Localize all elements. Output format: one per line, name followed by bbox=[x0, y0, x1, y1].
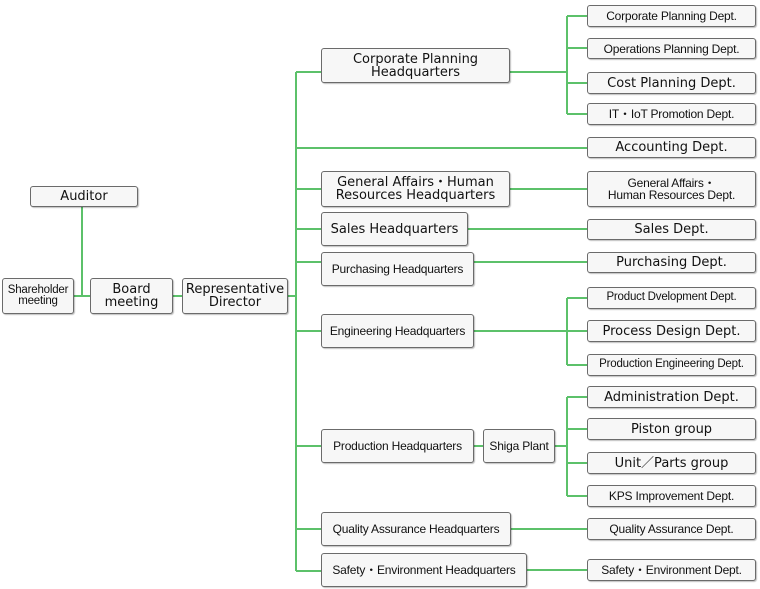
hq-safety-environment: Safety・Environment Headquarters bbox=[321, 553, 527, 587]
shareholder-meeting-label: Shareholder meeting bbox=[7, 283, 69, 307]
dept-product-development: Product Dvelopment Dept. bbox=[587, 287, 756, 309]
dept-label: IT・IoT Promotion Dept. bbox=[608, 107, 735, 121]
dept-label: Corporate Planning Dept. bbox=[606, 9, 737, 23]
dept-kps-improvement: KPS Improvement Dept. bbox=[587, 485, 756, 507]
hq-label: Safety・Environment Headquarters bbox=[332, 563, 516, 577]
dept-corporate-planning: Corporate Planning Dept. bbox=[587, 5, 756, 27]
hq-purchasing: Purchasing Headquarters bbox=[321, 252, 474, 286]
dept-label: Safety・Environment Dept. bbox=[601, 563, 742, 577]
dept-cost-planning: Cost Planning Dept. bbox=[587, 72, 756, 94]
dept-unit-parts-group: Unit／Parts group bbox=[587, 452, 756, 474]
auditor-box: Auditor bbox=[30, 186, 138, 207]
dept-piston-group: Piston group bbox=[587, 418, 756, 440]
dept-safety-environment: Safety・Environment Dept. bbox=[587, 559, 756, 581]
hq-label: Engineering Headquarters bbox=[329, 324, 466, 338]
dept-administration: Administration Dept. bbox=[587, 386, 756, 408]
dept-label: Sales Dept. bbox=[634, 222, 709, 237]
dept-label: Purchasing Dept. bbox=[616, 255, 727, 270]
dept-label: Cost Planning Dept. bbox=[607, 75, 736, 91]
board-meeting-label: Board meeting bbox=[104, 282, 159, 310]
hq-production: Production Headquarters bbox=[321, 429, 474, 463]
dept-operations-planning: Operations Planning Dept. bbox=[587, 38, 756, 59]
plant-label: Shiga Plant bbox=[489, 439, 549, 453]
hq-label: Purchasing Headquarters bbox=[331, 262, 464, 276]
representative-director-label: Representative Director bbox=[185, 282, 285, 310]
board-meeting-box: Board meeting bbox=[90, 278, 173, 314]
dept-sales: Sales Dept. bbox=[587, 219, 756, 240]
dept-label: Production Engineering Dept. bbox=[599, 358, 744, 371]
hq-label: Quality Assurance Headquarters bbox=[332, 522, 500, 536]
dept-purchasing: Purchasing Dept. bbox=[587, 252, 756, 273]
dept-general-affairs-hr: General Affairs・ Human Resources Dept. bbox=[587, 171, 756, 207]
dept-label: Product Dvelopment Dept. bbox=[606, 291, 737, 304]
dept-label: Piston group bbox=[630, 421, 713, 437]
hq-label: Corporate Planning Headquarters bbox=[352, 51, 479, 80]
hq-label: Production Headquarters bbox=[333, 439, 462, 453]
shiga-plant-box: Shiga Plant bbox=[483, 429, 555, 463]
dept-accounting: Accounting Dept. bbox=[587, 137, 756, 158]
dept-label: Administration Dept. bbox=[604, 389, 739, 405]
dept-label: KPS Improvement Dept. bbox=[608, 489, 735, 503]
auditor-label: Auditor bbox=[60, 189, 108, 204]
dept-label: Accounting Dept. bbox=[615, 140, 728, 155]
hq-sales: Sales Headquarters bbox=[321, 212, 468, 246]
hq-engineering: Engineering Headquarters bbox=[321, 314, 474, 348]
hq-quality-assurance: Quality Assurance Headquarters bbox=[321, 512, 511, 546]
representative-director-box: Representative Director bbox=[182, 278, 288, 314]
dept-production-engineering: Production Engineering Dept. bbox=[587, 354, 756, 376]
hq-general-affairs-hr: General Affairs・Human Resources Headquar… bbox=[321, 171, 510, 207]
hq-label: Sales Headquarters bbox=[330, 221, 459, 237]
dept-label: General Affairs・ Human Resources Dept. bbox=[607, 176, 736, 202]
dept-quality-assurance: Quality Assurance Dept. bbox=[587, 518, 756, 540]
dept-process-design: Process Design Dept. bbox=[587, 320, 756, 342]
dept-label: Quality Assurance Dept. bbox=[609, 522, 734, 536]
hq-corporate-planning: Corporate Planning Headquarters bbox=[321, 48, 510, 83]
hq-label: General Affairs・Human Resources Headquar… bbox=[335, 175, 496, 203]
dept-label: Unit／Parts group bbox=[614, 455, 729, 471]
dept-label: Operations Planning Dept. bbox=[603, 41, 740, 56]
shareholder-meeting-box: Shareholder meeting bbox=[2, 278, 74, 314]
dept-label: Process Design Dept. bbox=[602, 323, 741, 339]
dept-it-iot-promotion: IT・IoT Promotion Dept. bbox=[587, 103, 756, 125]
